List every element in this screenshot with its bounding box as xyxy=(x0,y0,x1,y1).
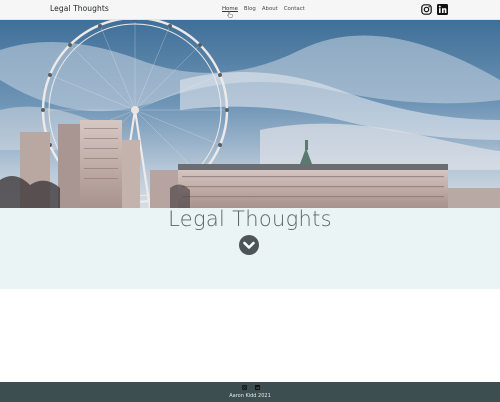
nav-link-blog[interactable]: Blog xyxy=(244,6,256,12)
hero-image xyxy=(0,20,500,208)
nav-link-about[interactable]: About xyxy=(262,6,278,12)
footer-copyright: Aaron Kidd 2021 xyxy=(229,393,271,399)
nav-links: Home Blog About Contact xyxy=(222,6,305,12)
hand-cursor-icon xyxy=(227,11,233,18)
linkedin-icon[interactable] xyxy=(255,385,260,390)
hero-title: Legal Thoughts xyxy=(168,207,332,231)
brand-link[interactable]: Legal Thoughts xyxy=(50,4,109,13)
nav-link-contact[interactable]: Contact xyxy=(284,6,305,12)
scroll-down-button[interactable] xyxy=(239,235,259,255)
chevron-down-icon xyxy=(243,241,255,249)
linkedin-icon[interactable] xyxy=(437,4,448,15)
instagram-icon[interactable] xyxy=(421,4,432,15)
footer: Aaron Kidd 2021 xyxy=(0,382,500,402)
navbar: Legal Thoughts Home Blog About Contact xyxy=(0,0,500,20)
main-content xyxy=(0,289,500,382)
footer-social-icons xyxy=(242,385,260,390)
instagram-icon[interactable] xyxy=(242,385,247,390)
